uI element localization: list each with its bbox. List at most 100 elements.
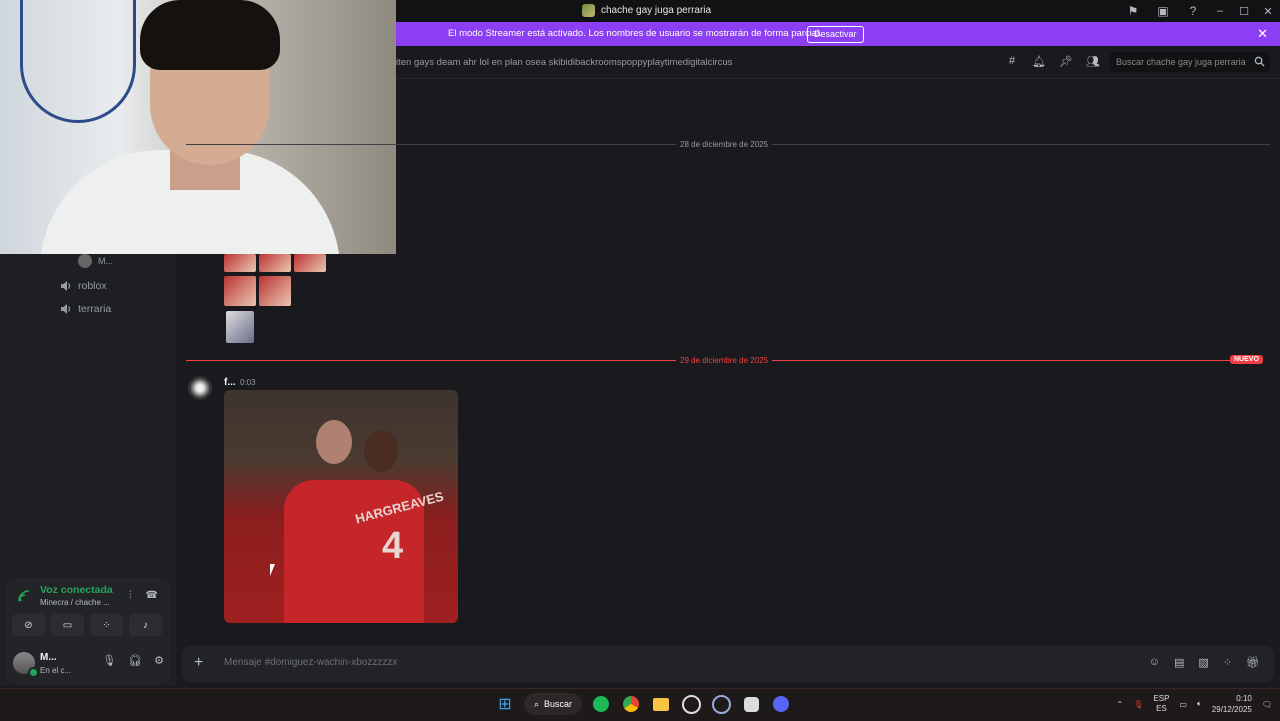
chat-area: 28 de diciembre de 2025 29 de diciembre … [176,78,1280,644]
image-thumbnail[interactable] [226,311,254,343]
search-icon [1254,56,1265,67]
windows-taskbar: ⊞ ⌕ Buscar ⌃ 🎙︎ ESP ES ▭ 🔈︎ 0:10 29/12/2… [0,688,1280,721]
banner-text: El modo Streamer está activado. Los nomb… [448,28,822,39]
crest-decoration [20,0,136,123]
image-thumbnail[interactable] [294,254,326,272]
user-bar: M... En el c... 🎙︎ 🎧︎ ⚙ [12,650,164,680]
voice-user-name: M... [98,256,113,266]
close-icon[interactable]: ✕ [1257,26,1268,42]
chevron-up-icon[interactable]: ⌃ [1117,700,1124,709]
person-hair [140,0,280,70]
clock-date: 29/12/2025 [1211,705,1252,714]
sticker-icon[interactable]: ▧ [1198,656,1208,669]
add-attachment-button[interactable]: + [194,654,203,672]
volume-icon[interactable]: 🔈︎ [1197,699,1202,709]
microphone-icon[interactable]: 🎙︎ [102,654,116,667]
window-title: chache gay juga perraria [582,4,711,17]
apps-icon[interactable]: ⁘ [1223,656,1232,669]
file-explorer-app[interactable] [650,693,672,715]
bell-icon[interactable]: 🔔︎ [1031,55,1047,69]
close-window-button[interactable]: ✕ [1256,0,1280,22]
gif-icon[interactable]: ▤ [1174,656,1184,669]
message-composer: + Mensaje #domiguez-wachin-xbozzzzzx ☺ ▤… [182,646,1274,682]
chrome-app[interactable] [620,693,642,715]
language-code: ESP [1153,694,1170,703]
pin-icon[interactable]: 📌︎ [1058,55,1074,69]
signal-icon [18,590,30,602]
help-icon[interactable]: ? [1178,0,1208,22]
channel-topic[interactable]: iten gays deam ahr lol en plan osea skib… [396,57,732,68]
jersey-number: 4 [382,525,404,567]
title-bar-controls: ⚑ ▣ ? – ☐ ✕ [1118,0,1280,22]
soundboard-wave-icon[interactable]: ⫶ [129,590,132,601]
minimize-button[interactable]: – [1208,0,1232,22]
threads-icon[interactable]: # [1004,55,1020,69]
voice-user[interactable]: M... [78,254,113,268]
taskbar-search-label: Buscar [544,699,573,709]
obs-app[interactable] [680,693,702,715]
avatar [78,254,92,268]
voice-channel-roblox[interactable]: roblox [60,280,107,292]
emoji-icon[interactable]: ☺ [1149,656,1160,669]
microphone-tray-icon[interactable]: 🎙︎ [1133,700,1143,709]
channel-header: iten gays deam ahr lol en plan osea skib… [396,46,1280,79]
image-thumbnail[interactable] [259,276,291,306]
clock[interactable]: 0:10 29/12/2025 [1212,693,1252,715]
new-badge: NUEVO [1230,355,1263,364]
gift-icon[interactable]: 🎁︎ [1246,656,1260,669]
members-icon[interactable]: 👥︎ [1085,55,1101,69]
gif-attachment[interactable]: HARGREAVES 4 [224,390,458,623]
keyboard-layout: ES [1156,704,1167,713]
windows-start-icon[interactable]: ⊞ [494,693,516,715]
activities-button[interactable]: ⁘ [90,614,123,636]
voice-channel-terraria[interactable]: terraria [60,303,111,315]
voice-channel-path[interactable]: Minecra / chache ... [40,598,110,607]
image-thumbnail[interactable] [224,254,256,272]
share-screen-button[interactable]: ▭ [51,614,84,636]
disconnect-icon[interactable]: ☎ [146,590,158,601]
composer-icons: ☺ ▤ ▧ ⁘ 🎁︎ [1149,656,1260,669]
language-indicator[interactable]: ESP ES [1153,694,1169,714]
headphones-icon[interactable]: 🎧︎ [128,654,142,667]
voice-channel-label: terraria [78,303,112,315]
online-status-badge [28,667,39,678]
user-status: En el c... [40,666,72,675]
discord-app[interactable] [770,693,792,715]
spotify-app[interactable] [590,693,612,715]
search-input[interactable]: Buscar chache gay juga perraria [1116,57,1246,67]
voice-buttons: ⊘ ▭ ⁘ ♪ [12,614,162,636]
app-generic[interactable] [710,693,732,715]
notification-icon[interactable]: 🗨︎ [1262,700,1272,709]
obs-icon [681,694,701,714]
soundboard-button[interactable]: ♪ [129,614,162,636]
search-box[interactable]: Buscar chache gay juga perraria [1110,52,1270,72]
message-input[interactable]: Mensaje #domiguez-wachin-xbozzzzzx [224,657,397,668]
chrome-icon [623,696,640,712]
app-generic[interactable] [740,693,762,715]
speaker-icon [61,281,71,291]
image-thumbnail[interactable] [259,254,291,272]
user-controls: 🎙︎ 🎧︎ ⚙ [102,654,164,667]
gif-figure [316,420,352,464]
taskbar-search-button[interactable]: ⌕ Buscar [524,693,583,715]
app-icon [711,694,731,714]
image-thumbnail[interactable] [224,276,256,306]
speaker-icon [61,304,71,314]
maximize-button[interactable]: ☐ [1232,0,1256,22]
gif-figure [364,430,398,472]
spotify-icon [593,696,610,712]
user-name[interactable]: M... [40,652,57,663]
gear-icon[interactable]: ⚙ [154,654,164,667]
screen-share-icon[interactable]: ▣ [1148,0,1178,22]
avatar[interactable] [188,376,212,400]
flag-icon[interactable]: ⚑ [1118,0,1148,22]
streamer-mode-banner: El modo Streamer está activado. Los nomb… [396,22,1280,46]
deactivate-button[interactable]: Desactivar [807,26,864,43]
camera-off-button[interactable]: ⊘ [12,614,45,636]
network-icon[interactable]: ▭ [1179,700,1187,709]
voice-channel-label: roblox [78,280,107,292]
message-author[interactable]: f... [224,377,236,388]
app-icon [743,696,759,712]
voice-connected-label: Voz conectada [40,584,113,596]
new-date-label: 29 de diciembre de 2025 [676,356,773,365]
